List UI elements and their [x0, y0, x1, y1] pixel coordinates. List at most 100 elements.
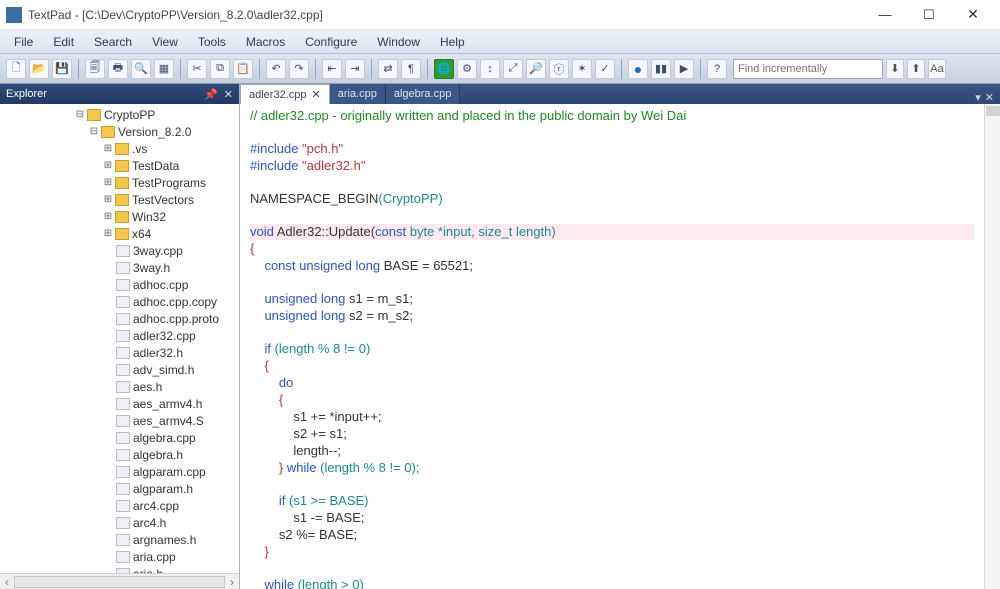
window-buttons: — ☐ ✕: [864, 4, 994, 26]
record-icon[interactable]: ●: [628, 59, 648, 79]
new-file-icon[interactable]: 🗋: [6, 59, 26, 79]
tab-adler32[interactable]: adler32.cpp✕: [240, 84, 330, 104]
toolbar-separator: [259, 59, 260, 79]
spellcheck-icon[interactable]: ✓: [595, 59, 615, 79]
tree-file[interactable]: arc4.h: [116, 514, 239, 531]
indent-right-icon[interactable]: ⇥: [345, 59, 365, 79]
close-panel-icon[interactable]: ✕: [224, 88, 233, 101]
tree-file[interactable]: aria.cpp: [116, 548, 239, 565]
tree-file[interactable]: argnames.h: [116, 531, 239, 548]
tree-file[interactable]: aes_armv4.S: [116, 412, 239, 429]
tabstrip-close-icon[interactable]: ✕: [985, 91, 994, 104]
tree-file[interactable]: algebra.h: [116, 446, 239, 463]
app-name: TextPad: [28, 8, 71, 22]
tree-folder[interactable]: ⊞TestVectors: [102, 191, 239, 208]
toolbar-separator: [78, 59, 79, 79]
explorer-panel: Explorer 📌 ✕ ⊟CryptoPP ⊟Version_8.2.0 ⊞.…: [0, 84, 240, 589]
tree-file[interactable]: adler32.h: [116, 344, 239, 361]
tree-file[interactable]: aes_armv4.h: [116, 395, 239, 412]
tree-root[interactable]: ⊟CryptoPP: [74, 106, 239, 123]
save-icon[interactable]: 💾: [52, 59, 72, 79]
menu-tools[interactable]: Tools: [188, 33, 236, 51]
tree-folder[interactable]: ⊞TestData: [102, 157, 239, 174]
tool-b-icon[interactable]: ↕: [480, 59, 500, 79]
help-icon[interactable]: ?: [707, 59, 727, 79]
tree-version[interactable]: ⊟Version_8.2.0: [88, 123, 239, 140]
print-preview-icon[interactable]: 🔍: [131, 59, 151, 79]
toolbar-separator: [371, 59, 372, 79]
tree-file[interactable]: adhoc.cpp: [116, 276, 239, 293]
minimize-button[interactable]: —: [864, 4, 906, 26]
tree-file[interactable]: arc4.cpp: [116, 497, 239, 514]
close-tab-icon[interactable]: ✕: [312, 88, 321, 101]
tree-file[interactable]: 3way.h: [116, 259, 239, 276]
close-button[interactable]: ✕: [952, 4, 994, 26]
window-title: TextPad - [C:\Dev\CryptoPP\Version_8.2.0…: [28, 8, 864, 22]
find-icon[interactable]: 🔎: [526, 59, 546, 79]
menu-edit[interactable]: Edit: [43, 33, 84, 51]
menu-file[interactable]: File: [4, 33, 43, 51]
properties-icon[interactable]: ▦: [154, 59, 174, 79]
pin-icon[interactable]: 📌: [204, 88, 218, 101]
menu-search[interactable]: Search: [84, 33, 142, 51]
menu-bar: File Edit Search View Tools Macros Confi…: [0, 30, 1000, 54]
maximize-button[interactable]: ☐: [908, 4, 950, 26]
tree-folder[interactable]: ⊞TestPrograms: [102, 174, 239, 191]
toolbar-separator: [427, 59, 428, 79]
tool-a-icon[interactable]: ⚙: [457, 59, 477, 79]
tool-d-icon[interactable]: ✶: [572, 59, 592, 79]
tab-strip: adler32.cpp✕ aria.cpp algebra.cpp ▾ ✕: [240, 84, 1000, 104]
match-case-button[interactable]: Aa: [928, 59, 946, 79]
tree-file[interactable]: algparam.cpp: [116, 463, 239, 480]
app-icon: [6, 7, 22, 23]
menu-macros[interactable]: Macros: [236, 33, 295, 51]
open-file-icon[interactable]: 📂: [29, 59, 49, 79]
word-wrap-icon[interactable]: ⇄: [378, 59, 398, 79]
tabstrip-dropdown-icon[interactable]: ▾: [975, 91, 981, 104]
pilcrow-icon[interactable]: ¶: [401, 59, 421, 79]
tree-file[interactable]: adv_simd.h: [116, 361, 239, 378]
code-editor[interactable]: // adler32.cpp - originally written and …: [240, 104, 984, 589]
toolbar: 🗋 📂 💾 🗐 🖶 🔍 ▦ ✂ ⧉ 📋 ↶ ↷ ⇤ ⇥ ⇄ ¶ 🌐 ⚙ ↕ ⤢ …: [0, 54, 1000, 84]
tree-file[interactable]: adler32.cpp: [116, 327, 239, 344]
editor-vscroll[interactable]: [984, 104, 1000, 589]
explorer-tree[interactable]: ⊟CryptoPP ⊟Version_8.2.0 ⊞.vs ⊞TestData …: [0, 104, 239, 573]
tree-file[interactable]: algebra.cpp: [116, 429, 239, 446]
tree-file[interactable]: aes.h: [116, 378, 239, 395]
find-next-icon[interactable]: ⬇: [886, 59, 904, 79]
redo-icon[interactable]: ↷: [289, 59, 309, 79]
tab-aria[interactable]: aria.cpp: [330, 84, 386, 104]
save-all-icon[interactable]: 🗐: [85, 59, 105, 79]
paste-icon[interactable]: 📋: [233, 59, 253, 79]
copy-icon[interactable]: ⧉: [210, 59, 230, 79]
tree-file[interactable]: adhoc.cpp.copy: [116, 293, 239, 310]
undo-icon[interactable]: ↶: [266, 59, 286, 79]
browser-icon[interactable]: 🌐: [434, 59, 454, 79]
menu-view[interactable]: View: [142, 33, 188, 51]
indent-left-icon[interactable]: ⇤: [322, 59, 342, 79]
cut-icon[interactable]: ✂: [187, 59, 207, 79]
tree-file[interactable]: adhoc.cpp.proto: [116, 310, 239, 327]
explorer-header: Explorer 📌 ✕: [0, 84, 239, 104]
tool-c-icon[interactable]: ⤢: [503, 59, 523, 79]
toolbar-separator: [700, 59, 701, 79]
print-icon[interactable]: 🖶: [108, 59, 128, 79]
play-icon[interactable]: ▶: [674, 59, 694, 79]
pause-icon[interactable]: ▮▮: [651, 59, 671, 79]
menu-configure[interactable]: Configure: [295, 33, 367, 51]
toolbar-separator: [315, 59, 316, 79]
tree-file[interactable]: aria.h: [116, 565, 239, 573]
tree-file[interactable]: algparam.h: [116, 480, 239, 497]
tree-file[interactable]: 3way.cpp: [116, 242, 239, 259]
explorer-hscroll[interactable]: ‹ ›: [0, 573, 239, 589]
title-bar: TextPad - [C:\Dev\CryptoPP\Version_8.2.0…: [0, 0, 1000, 30]
find-prev-icon[interactable]: ⬆: [907, 59, 925, 79]
tree-folder[interactable]: ⊞.vs: [102, 140, 239, 157]
regex-icon[interactable]: ⓡ: [549, 59, 569, 79]
tab-algebra[interactable]: algebra.cpp: [386, 84, 461, 104]
menu-window[interactable]: Window: [367, 33, 430, 51]
menu-help[interactable]: Help: [430, 33, 475, 51]
tree-folder[interactable]: ⊞x64: [102, 225, 239, 242]
tree-folder[interactable]: ⊞Win32: [102, 208, 239, 225]
find-input[interactable]: [733, 59, 883, 79]
